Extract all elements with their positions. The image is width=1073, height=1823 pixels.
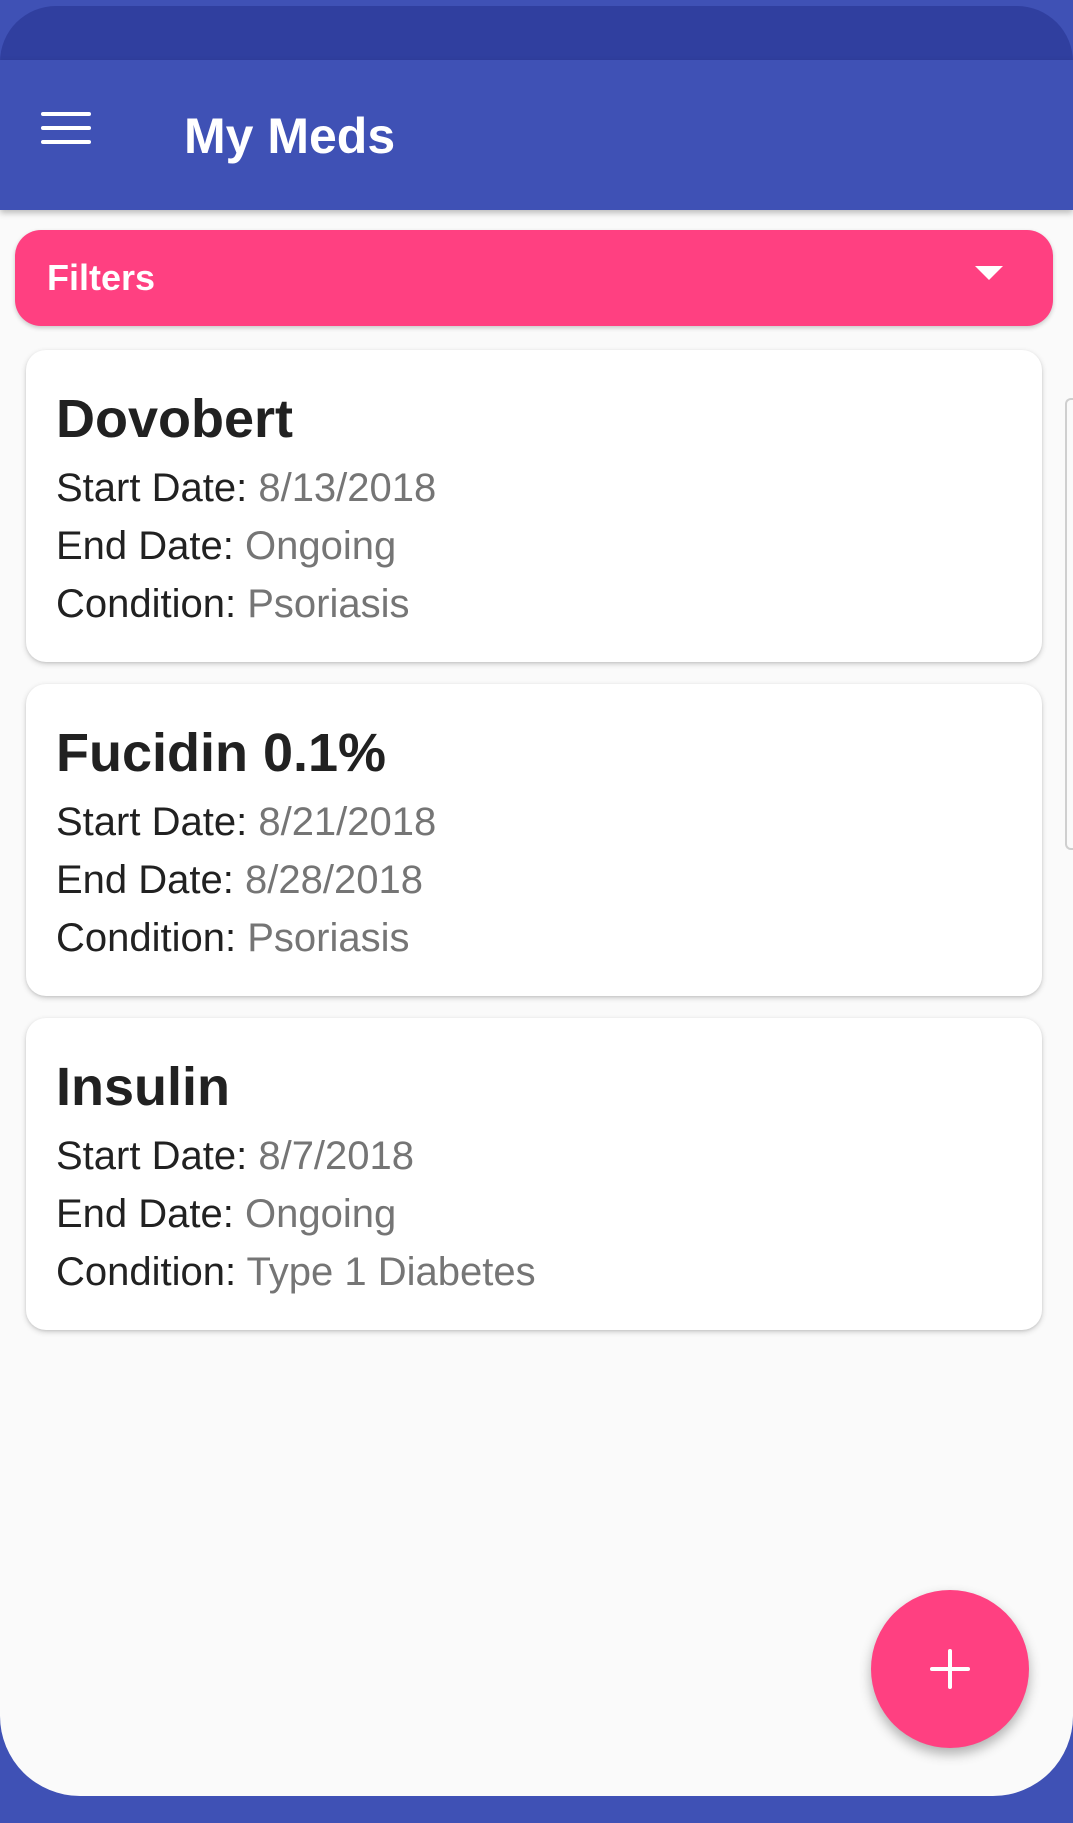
condition-label: Condition: — [56, 582, 237, 626]
filters-label: Filters — [47, 257, 156, 298]
start-date-row: Start Date: 8/21/2018 — [56, 800, 436, 845]
medication-name: Dovobert — [56, 389, 294, 449]
menu-icon-line — [41, 140, 91, 144]
condition-row: Condition: Type 1 Diabetes — [56, 1250, 536, 1295]
app-bar: My Meds — [0, 60, 1073, 210]
end-date-row: End Date: Ongoing — [56, 524, 396, 569]
start-date-row: Start Date: 8/13/2018 — [56, 466, 436, 511]
page-title: My Meds — [184, 108, 396, 164]
medication-name: Fucidin 0.1% — [56, 723, 387, 783]
end-date-label: End Date: — [56, 858, 234, 902]
end-date-value: 8/28/2018 — [245, 858, 423, 902]
medication-card[interactable]: Fucidin 0.1% Start Date: 8/21/2018 End D… — [26, 684, 1042, 996]
condition-value: Type 1 Diabetes — [246, 1250, 536, 1294]
end-date-label: End Date: — [56, 1192, 234, 1236]
start-date-value: 8/21/2018 — [258, 800, 437, 844]
caret-down-icon — [975, 266, 1003, 280]
medication-card[interactable]: Insulin Start Date: 8/7/2018 End Date: O… — [26, 1018, 1042, 1330]
start-date-value: 8/13/2018 — [258, 466, 437, 510]
medication-name: Insulin — [56, 1057, 230, 1117]
status-bar — [0, 6, 1073, 62]
device-frame: My Meds Filters Dovobert Start Date: 8/1… — [0, 0, 1073, 1823]
add-medication-button[interactable] — [871, 1590, 1029, 1748]
condition-value: Psoriasis — [247, 916, 410, 960]
end-date-value: Ongoing — [245, 524, 397, 568]
end-date-row: End Date: Ongoing — [56, 1192, 396, 1237]
scrollbar[interactable] — [1065, 398, 1073, 850]
filters-dropdown[interactable]: Filters — [15, 230, 1053, 326]
start-date-value: 8/7/2018 — [258, 1134, 415, 1178]
medication-list-screen: Filters Dovobert Start Date: 8/13/2018 E… — [0, 210, 1073, 1796]
start-date-label: Start Date: — [56, 800, 248, 844]
start-date-label: Start Date: — [56, 466, 248, 510]
plus-icon — [930, 1649, 970, 1689]
start-date-row: Start Date: 8/7/2018 — [56, 1134, 414, 1179]
condition-label: Condition: — [56, 916, 237, 960]
end-date-value: Ongoing — [245, 1192, 397, 1236]
menu-icon-line — [41, 126, 91, 130]
condition-row: Condition: Psoriasis — [56, 582, 410, 627]
medication-card[interactable]: Dovobert Start Date: 8/13/2018 End Date:… — [26, 350, 1042, 662]
menu-icon[interactable] — [28, 100, 104, 156]
condition-row: Condition: Psoriasis — [56, 916, 410, 961]
condition-label: Condition: — [56, 1250, 237, 1294]
condition-value: Psoriasis — [247, 582, 410, 626]
end-date-row: End Date: 8/28/2018 — [56, 858, 423, 903]
end-date-label: End Date: — [56, 524, 234, 568]
start-date-label: Start Date: — [56, 1134, 248, 1178]
menu-icon-line — [41, 112, 91, 116]
